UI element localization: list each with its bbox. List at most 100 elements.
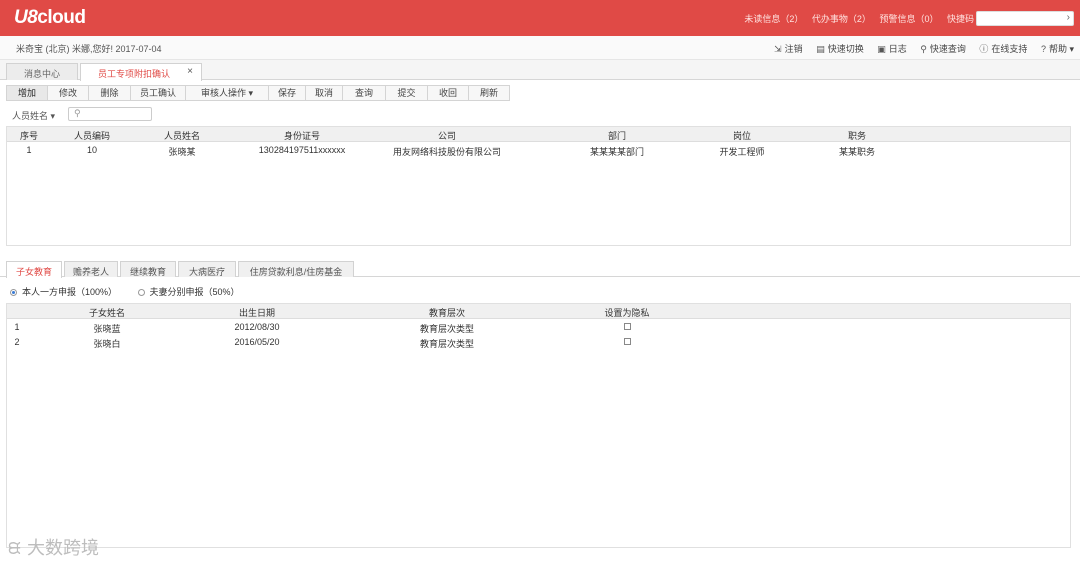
cell-education-level: 教育层次类型 xyxy=(419,324,474,334)
column-header[interactable]: 部门 xyxy=(567,129,667,142)
privacy-checkbox[interactable] xyxy=(623,338,631,345)
table-row[interactable]: 2 张晓白 2016/05/20 教育层次类型 xyxy=(7,335,1070,351)
cell-child-name: 张晓蓝 xyxy=(93,324,121,334)
todo-link[interactable]: 代办事物（2） xyxy=(812,14,871,24)
cancel-button[interactable]: 取消 xyxy=(305,85,343,101)
table-header: 序号 人员编码 人员姓名 身份证号 公司 部门 岗位 职务 xyxy=(7,127,1070,142)
search-icon: ⚲ xyxy=(74,108,81,118)
unread-messages-link[interactable]: 未读信息（2） xyxy=(744,14,803,24)
online-support-button[interactable]: ⓘ 在线支持 xyxy=(979,42,1027,55)
table-header: 子女姓名 出生日期 教育层次 设置为隐私 xyxy=(7,304,1070,319)
column-header[interactable]: 岗位 xyxy=(697,129,787,142)
watermark: ᙙ 大数跨境 xyxy=(8,534,99,560)
quick-code-input[interactable]: › xyxy=(976,11,1074,26)
logout-icon: ⇲ xyxy=(774,44,782,54)
column-header[interactable]: 身份证号 xyxy=(247,129,357,142)
help-label: 帮助 ▾ xyxy=(1048,44,1074,54)
declaration-mode: 本人一方申报（100%） 夫妻分别申报（50%） xyxy=(10,285,258,298)
tab-label: 员工专项附扣确认 xyxy=(97,69,170,79)
tab-serious-illness[interactable]: 大病医疗 xyxy=(178,261,236,277)
tab-housing-loan[interactable]: 住房贷款利息/住房基金 xyxy=(238,261,354,277)
cell-code: 10 xyxy=(86,145,97,155)
top-header: U8cloud 未读信息（2） 代办事物（2） 预警信息（0） 快捷码 › xyxy=(0,0,1080,36)
filter-field-dropdown[interactable]: 人员姓名 ▾ xyxy=(12,109,55,122)
column-header[interactable]: 序号 xyxy=(9,129,49,142)
reviewer-actions-dropdown[interactable]: 审核人操作 ▾ xyxy=(185,85,269,101)
submit-button[interactable]: 提交 xyxy=(385,85,428,101)
query-button[interactable]: 查询 xyxy=(342,85,386,101)
table-row[interactable]: 1 张晓蓝 2012/08/30 教育层次类型 xyxy=(7,320,1070,336)
cell-department: 某某某某部门 xyxy=(589,147,644,157)
log-label: 日志 xyxy=(888,44,907,54)
user-greeting: 米奇宝 (北京) 米娜,您好! 2017-07-04 xyxy=(16,44,162,54)
tab-continuing-education[interactable]: 继续教育 xyxy=(120,261,176,277)
cell-birth-date: 2016/05/20 xyxy=(234,337,280,347)
switch-icon: ▤ xyxy=(816,44,825,54)
cell-index: 2 xyxy=(14,337,20,347)
privacy-checkbox[interactable] xyxy=(623,323,631,330)
logout-label: 注销 xyxy=(784,44,803,54)
add-button[interactable]: 增加 xyxy=(6,85,48,101)
edit-button[interactable]: 修改 xyxy=(47,85,89,101)
radio-dot[interactable] xyxy=(10,289,17,296)
help-button[interactable]: ? 帮助 ▾ xyxy=(1041,42,1074,55)
column-header[interactable]: 职务 xyxy=(817,129,897,142)
withdraw-button[interactable]: 收回 xyxy=(427,85,469,101)
log-button[interactable]: ▣ 日志 xyxy=(877,42,907,55)
delete-button[interactable]: 删除 xyxy=(88,85,131,101)
quick-query-button[interactable]: ⚲ 快速查询 xyxy=(920,42,966,55)
column-header[interactable]: 人员编码 xyxy=(59,129,125,142)
employee-table: 序号 人员编码 人员姓名 身份证号 公司 部门 岗位 职务 1 10 张晓某 1… xyxy=(6,126,1071,246)
cell-birth-date: 2012/08/30 xyxy=(234,322,280,332)
column-header[interactable]: 设置为隐私 xyxy=(587,306,667,319)
help-icon: ? xyxy=(1040,44,1046,54)
column-header[interactable]: 子女姓名 xyxy=(67,306,147,319)
chevron-right-icon[interactable]: › xyxy=(1067,12,1070,23)
deduction-tabs: 子女教育 赡养老人 继续教育 大病医疗 住房贷款利息/住房基金 xyxy=(0,260,1080,278)
tab-message-center[interactable]: 消息中心 xyxy=(6,63,78,80)
cell-education-level: 教育层次类型 xyxy=(419,339,474,349)
logout-button[interactable]: ⇲ 注销 xyxy=(774,42,803,55)
user-bar: 米奇宝 (北京) 米娜,您好! 2017-07-04 ⇲ 注销 ▤ 快速切换 ▣ 日志… xyxy=(0,36,1080,60)
cell-title: 某某职务 xyxy=(838,147,875,157)
cell-company: 用友网络科技股份有限公司 xyxy=(392,147,501,157)
table-row[interactable]: 1 10 张晓某 130284197511xxxxxx 用友网络科技股份有限公司… xyxy=(7,143,1070,159)
radio-self-declare[interactable]: 本人一方申报（100%） xyxy=(10,285,117,298)
children-table: 子女姓名 出生日期 教育层次 设置为隐私 1 张晓蓝 2012/08/30 教育… xyxy=(6,303,1071,548)
column-header[interactable]: 教育层次 xyxy=(407,306,487,319)
page-tabs: 消息中心 员工专项附扣确认 × xyxy=(0,60,1080,81)
cell-index: 1 xyxy=(26,145,32,155)
alert-link[interactable]: 预警信息（0） xyxy=(879,14,938,24)
cell-id-number: 130284197511xxxxxx xyxy=(258,145,346,155)
online-support-label: 在线支持 xyxy=(991,44,1028,54)
cell-privacy xyxy=(587,337,667,347)
column-header[interactable]: 出生日期 xyxy=(217,306,297,319)
quick-query-label: 快速查询 xyxy=(929,44,966,54)
column-header[interactable]: 人员姓名 xyxy=(147,129,217,142)
radio-dot[interactable] xyxy=(137,289,145,296)
cell-privacy xyxy=(587,322,667,332)
logo-sub: cloud xyxy=(37,7,86,28)
quick-switch-button[interactable]: ▤ 快速切换 xyxy=(816,42,864,55)
save-button[interactable]: 保存 xyxy=(268,85,306,101)
support-icon: ⓘ xyxy=(979,44,989,54)
cell-child-name: 张晓白 xyxy=(93,339,121,349)
top-links: 未读信息（2） 代办事物（2） 预警信息（0） 快捷码 xyxy=(738,12,974,25)
radio-couple-declare[interactable]: 夫妻分别申报（50%） xyxy=(137,285,240,298)
tab-children-education[interactable]: 子女教育 xyxy=(6,261,62,278)
cell-index: 1 xyxy=(14,322,20,332)
cell-position: 开发工程师 xyxy=(719,147,765,157)
search-input[interactable]: ⚲ xyxy=(68,107,152,121)
user-tools: ⇲ 注销 ▤ 快速切换 ▣ 日志 ⚲ 快速查询 ⓘ 在线支持 ? 帮助 ▾ xyxy=(763,42,1074,55)
column-header[interactable]: 公司 xyxy=(387,129,507,142)
refresh-button[interactable]: 刷新 xyxy=(468,85,510,101)
quick-switch-label: 快速切换 xyxy=(827,44,864,54)
close-icon[interactable]: × xyxy=(187,66,193,77)
tab-employee-deduction[interactable]: 员工专项附扣确认 × xyxy=(80,63,202,81)
radio-label: 夫妻分别申报（50%） xyxy=(149,287,240,297)
logo-main: U8 xyxy=(14,7,38,28)
radio-label: 本人一方申报（100%） xyxy=(22,287,118,297)
tab-elderly-support[interactable]: 赡养老人 xyxy=(64,261,118,277)
employee-confirm-button[interactable]: 员工确认 xyxy=(130,85,186,101)
cell-name: 张晓某 xyxy=(168,147,196,157)
